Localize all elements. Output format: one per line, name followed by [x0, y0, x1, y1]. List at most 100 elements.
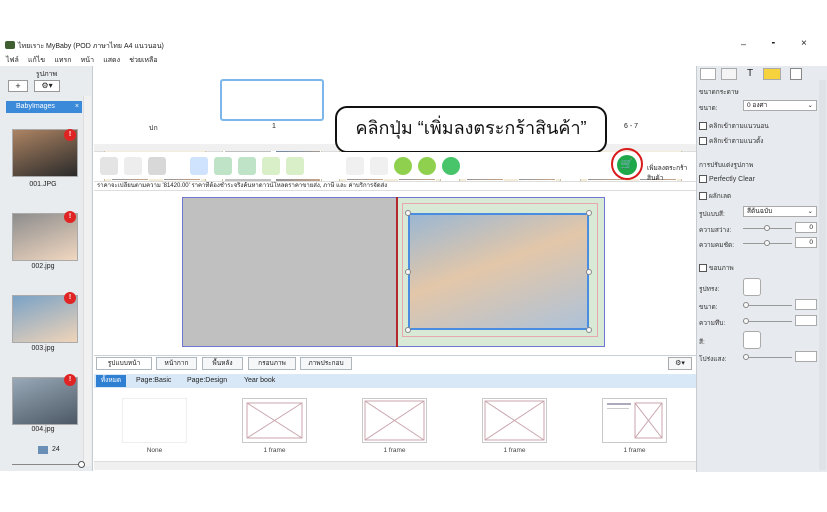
shape-label: รูปทรง:	[699, 286, 720, 293]
border-size-knob[interactable]	[743, 302, 749, 308]
ruler-tab-icon[interactable]	[763, 68, 781, 80]
border-size-input[interactable]	[795, 299, 817, 310]
left-page[interactable]	[182, 197, 397, 347]
resize-handle[interactable]	[586, 210, 592, 216]
properties-scrollbar[interactable]	[819, 80, 826, 470]
layout-1-frame[interactable]	[602, 398, 667, 443]
insert-image-icon[interactable]	[262, 157, 280, 175]
previous-arrow-icon[interactable]	[394, 157, 412, 175]
brightness-knob[interactable]	[764, 225, 770, 231]
chevron-down-icon: ⌄	[807, 102, 813, 109]
paint-tab-icon[interactable]	[700, 68, 716, 80]
menu-help[interactable]: ช่วยเหลือ	[129, 57, 157, 64]
opacity-label: ความทึบ:	[699, 320, 726, 327]
image-scrollbar[interactable]	[83, 96, 91, 466]
transparency-input[interactable]	[795, 351, 817, 362]
maximize-button[interactable]: ╸	[772, 38, 777, 49]
page-tab-icon[interactable]	[790, 68, 802, 80]
warning-badge: !	[64, 129, 76, 141]
transparency-slider[interactable]	[743, 357, 792, 358]
add-to-cart-label[interactable]: เพิ่มลงตระกร้าสินค้า	[647, 163, 696, 183]
add-page-icon[interactable]	[190, 157, 208, 175]
border-checkbox[interactable]: ขอบภาพ	[699, 263, 734, 273]
template-scrollbar[interactable]	[94, 461, 696, 470]
add-button[interactable]: +	[8, 80, 28, 92]
add-photo-icon[interactable]	[214, 157, 232, 175]
tab-mask[interactable]: หน้ากาก	[156, 357, 197, 370]
subtab-all[interactable]: ทั้งหมด	[96, 375, 126, 387]
transparency-label: โปร่งแสง:	[699, 356, 727, 363]
canvas-area	[94, 192, 696, 354]
brightness-input[interactable]: 0	[795, 222, 817, 233]
effect-checkbox[interactable]: ผลักเลต	[699, 191, 731, 201]
selected-photo[interactable]	[408, 213, 589, 330]
undo-icon[interactable]	[100, 157, 118, 175]
add-text-icon[interactable]	[238, 157, 256, 175]
menu-view[interactable]: แสดง	[103, 57, 120, 64]
shape-picker[interactable]	[743, 278, 761, 296]
color-mode-select[interactable]: สีต้นฉบับ ⌄	[743, 206, 817, 217]
subtab-page-basic[interactable]: Page:Basic	[136, 377, 171, 384]
border-color-swatch[interactable]	[743, 331, 761, 349]
thumb-size-slider[interactable]	[12, 464, 82, 465]
color-mode-value: สีต้นฉบับ	[747, 208, 773, 215]
menu-insert[interactable]: แทรก	[54, 57, 71, 64]
effect-label: ผลักเลต	[709, 193, 732, 200]
thumb-size-knob[interactable]	[78, 461, 85, 468]
close-button[interactable]: ×	[801, 38, 807, 49]
resize-handle[interactable]	[586, 327, 592, 333]
text-tab-icon[interactable]: T	[742, 68, 758, 80]
perfectly-clear-checkbox[interactable]: Perfectly Clear	[699, 175, 755, 183]
menu-bar: ไฟล์ แก้ไข แทรก หน้า แสดง ช่วยเหลือ	[0, 54, 827, 66]
subtab-page-design[interactable]: Page:Design	[187, 377, 227, 384]
contrast-knob[interactable]	[764, 240, 770, 246]
next-arrow-icon[interactable]	[418, 157, 436, 175]
layout-1-frame[interactable]	[482, 398, 547, 443]
redo-icon[interactable]	[124, 157, 142, 175]
layout-label: None	[146, 447, 163, 454]
tab-background[interactable]: พื้นหลัง	[202, 357, 243, 370]
tab-page-layout[interactable]: รูปแบบหน้า	[96, 357, 152, 370]
app-icon	[5, 41, 15, 49]
rotate-select[interactable]: 0 องศา ⌄	[743, 100, 817, 111]
section-paper: ขนาดกระดาษ	[699, 89, 739, 96]
border-size-slider[interactable]	[743, 305, 792, 306]
flip-v-checkbox[interactable]: คลิกเข้าตามแนวตั้ง	[699, 136, 763, 146]
tab-clipart[interactable]: ภาพประกอบ	[300, 357, 352, 370]
menu-page[interactable]: หน้า	[81, 57, 94, 64]
subtab-bar	[94, 374, 696, 388]
menu-edit[interactable]: แก้ไข	[28, 57, 45, 64]
save-icon[interactable]	[148, 157, 166, 175]
layout-1-frame[interactable]	[362, 398, 427, 443]
play-icon[interactable]	[442, 157, 460, 175]
layout-1-frame[interactable]	[242, 398, 307, 443]
clipart-icon[interactable]	[286, 157, 304, 175]
layout-label: 1 frame	[503, 447, 526, 454]
opacity-input[interactable]	[795, 315, 817, 326]
transparency-knob[interactable]	[743, 354, 749, 360]
folder-tab[interactable]: BabyImages ×	[6, 101, 82, 113]
subtab-year-book[interactable]: Year book	[244, 377, 275, 384]
settings-gear-icon[interactable]: ⚙▾	[34, 80, 60, 92]
zoom-in-icon[interactable]	[346, 157, 364, 175]
tab-frame[interactable]: กรอบภาพ	[248, 357, 296, 370]
resize-handle[interactable]	[586, 269, 592, 275]
resize-handle[interactable]	[405, 327, 411, 333]
page-selected-frame	[220, 79, 324, 121]
frame-tab-icon[interactable]	[721, 68, 737, 80]
opacity-slider[interactable]	[743, 321, 792, 322]
layout-none[interactable]	[122, 398, 187, 443]
add-to-cart-button[interactable]: 🛒	[617, 155, 637, 175]
folder-close-icon[interactable]: ×	[75, 101, 79, 113]
panel-gear-icon[interactable]: ⚙▾	[668, 357, 692, 370]
border-color-label: สี:	[699, 339, 705, 346]
contrast-input[interactable]: 0	[795, 237, 817, 248]
window-title: ไทยเราะ MyBaby (POD ภาษาไทย A4 แนวนอน)	[18, 43, 164, 50]
menu-file[interactable]: ไฟล์	[6, 57, 19, 64]
minimize-button[interactable]: –	[741, 39, 746, 49]
resize-handle[interactable]	[405, 269, 411, 275]
zoom-out-icon[interactable]	[370, 157, 388, 175]
resize-handle[interactable]	[405, 210, 411, 216]
opacity-knob[interactable]	[743, 318, 749, 324]
flip-h-checkbox[interactable]: คลิกเข้าตามแนวนอน	[699, 121, 769, 131]
